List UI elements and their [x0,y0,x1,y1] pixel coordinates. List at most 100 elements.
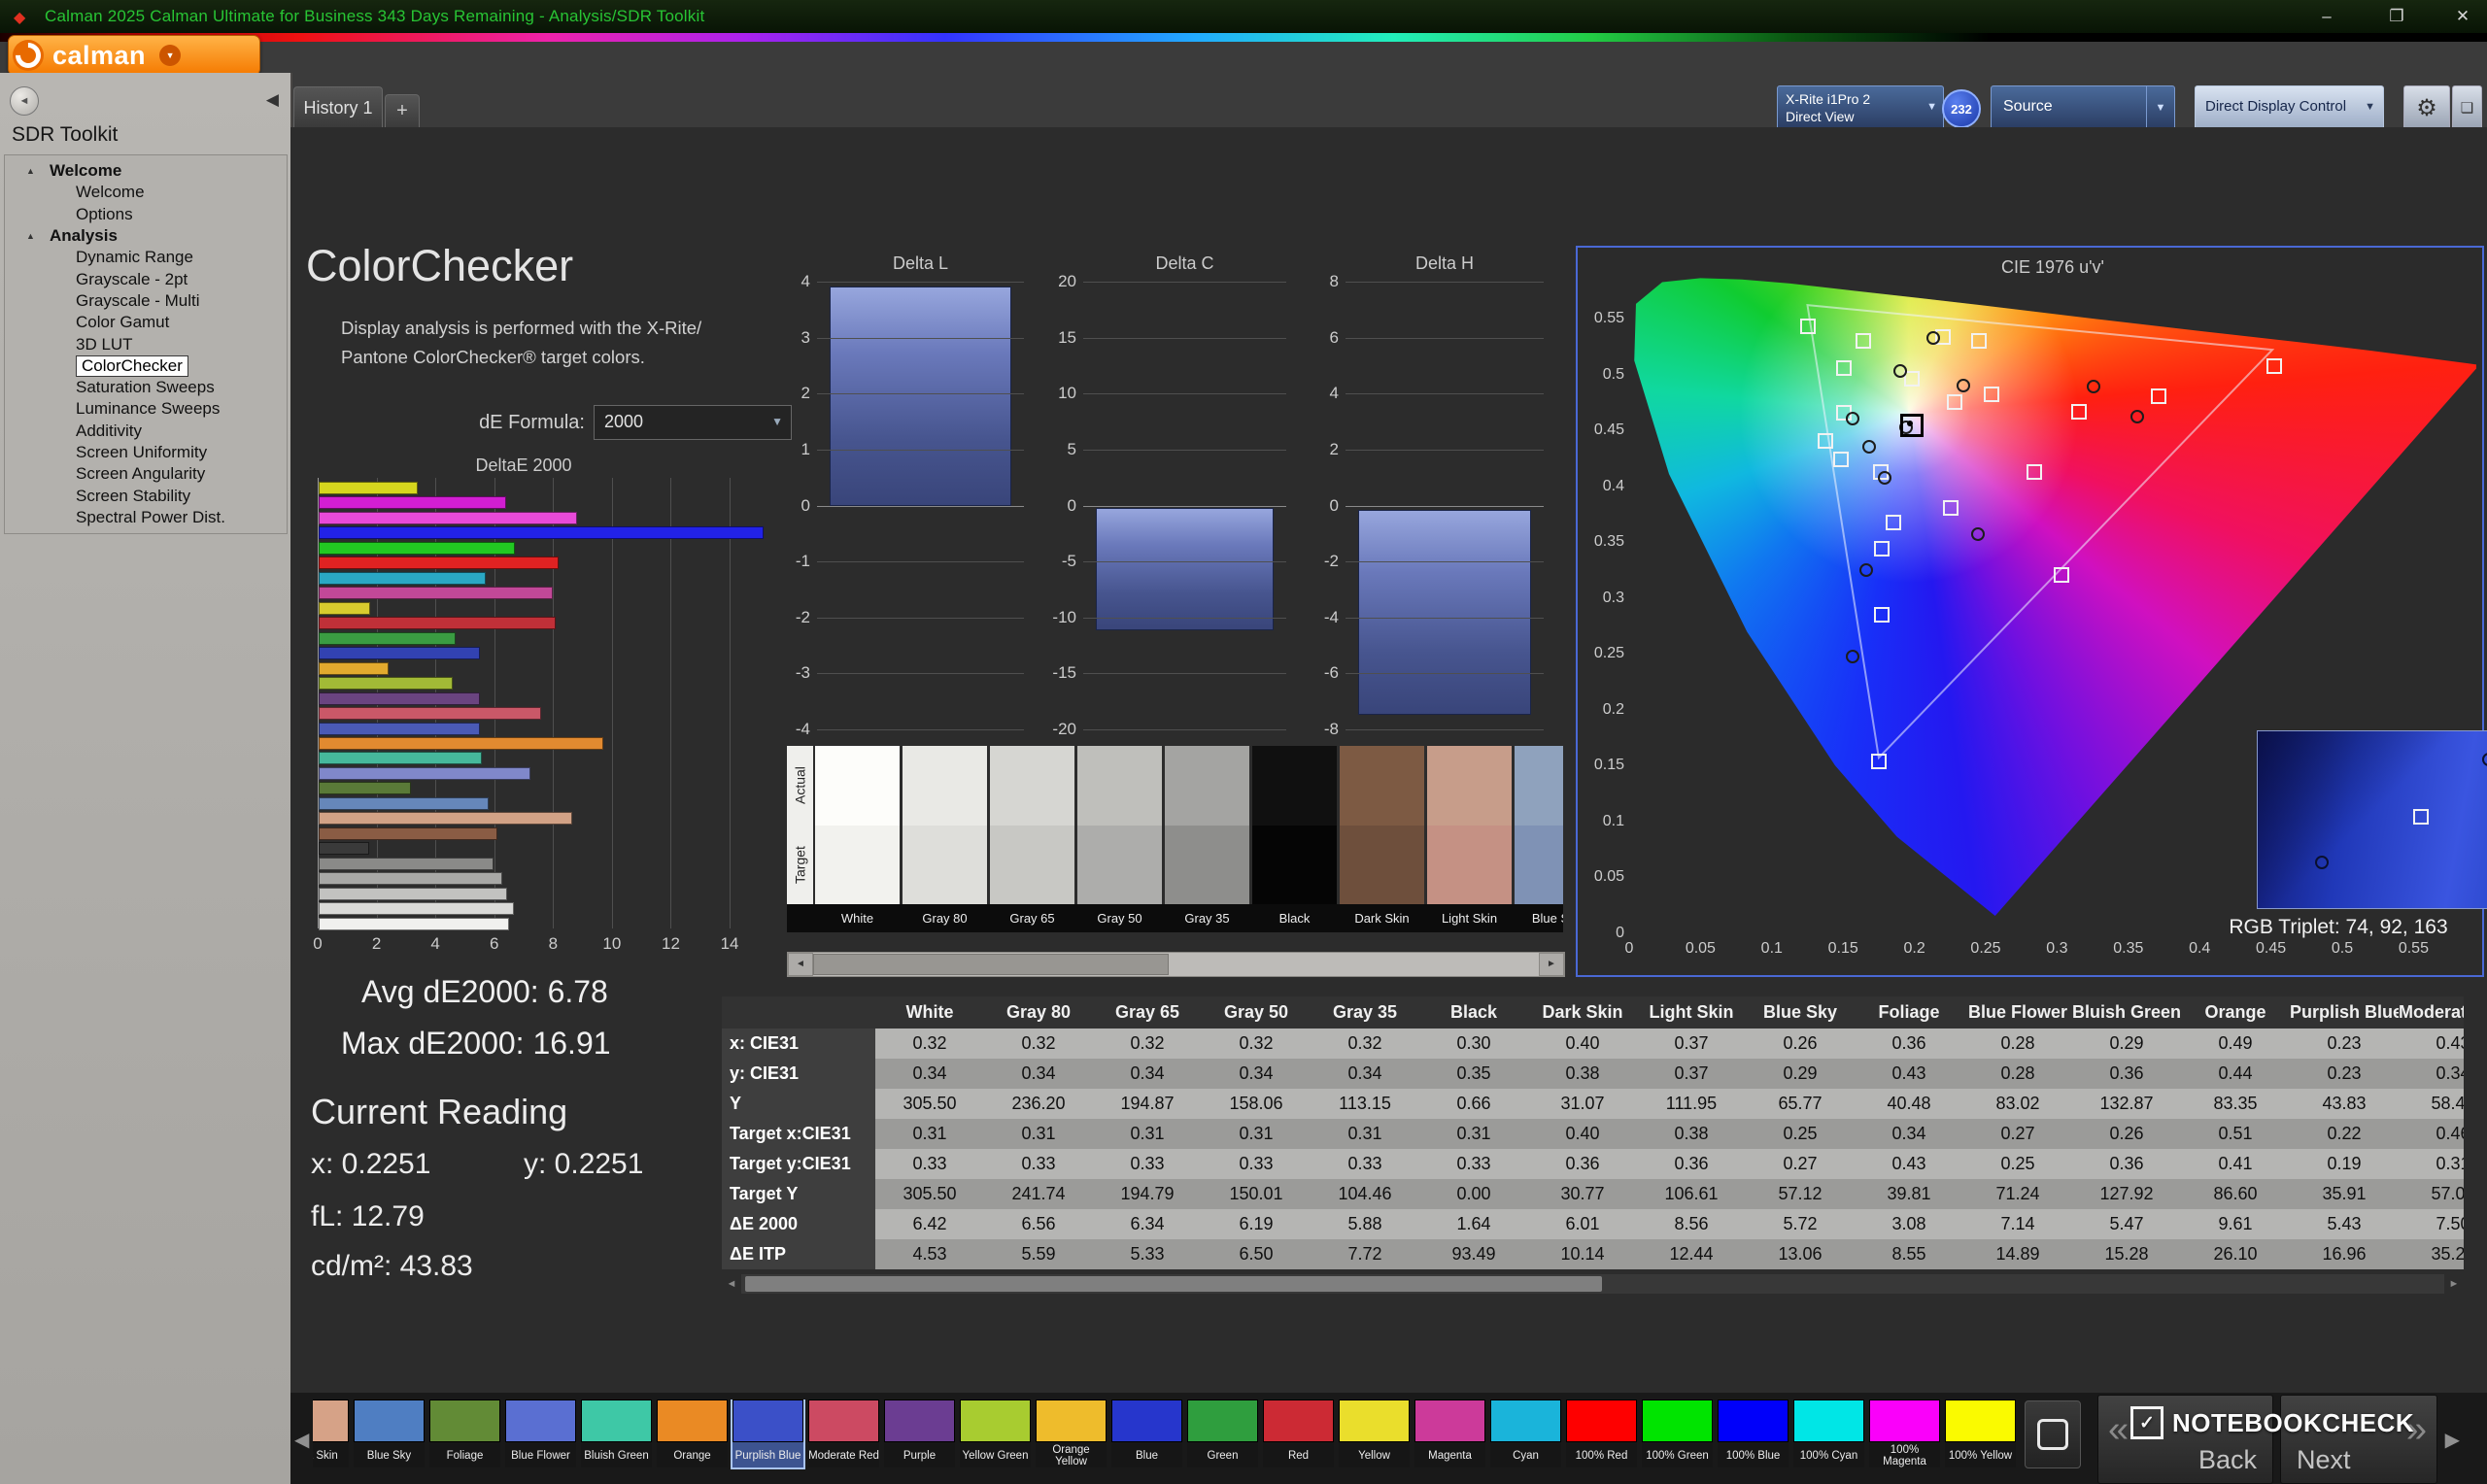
patch-button-100-red[interactable]: 100% Red [1566,1400,1637,1467]
back-circle-button[interactable]: ◄ [10,86,39,116]
pattern-window-icon [2037,1419,2068,1450]
sidebar-item-grayscale-multi[interactable]: Grayscale - Multi [5,290,287,312]
sidebar-item-dynamic-range[interactable]: Dynamic Range [5,247,287,268]
table-cell: 305.50 [875,1179,984,1209]
table-cell: 57.12 [1746,1179,1855,1209]
patch-button-red[interactable]: Red [1263,1400,1334,1467]
patches-scroll-left-icon[interactable]: ◀ [294,1428,309,1452]
source-dropdown[interactable]: Source ▼ [1991,85,2175,130]
y-tick-label: 0.4 [1580,478,1624,495]
table-cell: 150.01 [1202,1179,1311,1209]
patch-button-blue[interactable]: Blue [1111,1400,1182,1467]
table-cell: 0.32 [1311,1029,1419,1059]
sidebar-item-luminance-sweeps[interactable]: Luminance Sweeps [5,398,287,420]
scrollbar-thumb[interactable] [745,1276,1602,1292]
scroll-right-icon[interactable]: ► [1539,953,1564,976]
gridline [1083,450,1286,451]
scroll-right-icon[interactable]: ► [2444,1274,2464,1294]
table-cell: 10.14 [1528,1239,1637,1269]
cie-1976-panel[interactable]: CIE 1976 u'v' RGB Triplet: 74, 92, 163 0… [1576,246,2484,977]
bar-cyan [319,572,486,585]
maximize-button[interactable]: ❐ [2380,5,2413,28]
table-cell: 0.33 [984,1149,1093,1179]
add-tab-button[interactable]: + [385,94,420,128]
patch-button-yellow-green[interactable]: Yellow Green [960,1400,1031,1467]
patch-button-100-cyan[interactable]: 100% Cyan [1793,1400,1864,1467]
patch-button-light-skin[interactable]: Light Skin [313,1400,349,1467]
bar-gray-65 [319,888,507,900]
meter-count-badge[interactable]: 232 [1942,89,1981,128]
target-point [1800,319,1816,334]
sidebar-item-screen-angularity[interactable]: Screen Angularity [5,463,287,485]
patch-button-purplish-blue[interactable]: Purplish Blue [732,1400,803,1467]
patch-button-green[interactable]: Green [1187,1400,1258,1467]
patch-button-100-yellow[interactable]: 100% Yellow [1945,1400,2016,1467]
collapse-icon[interactable]: ▲ [26,166,40,176]
table-cell: 132.87 [2072,1089,2181,1119]
tab-history-1[interactable]: History 1 [293,86,383,128]
scroll-left-icon[interactable]: ◄ [788,953,813,976]
bar-purplish-blue [319,723,480,735]
meter-dropdown[interactable]: X-Rite i1Pro 2 Direct View ▼ [1777,85,1944,130]
scroll-left-icon[interactable]: ◄ [722,1274,741,1294]
sidebar-item-additivity[interactable]: Additivity [5,421,287,442]
table-cell: 0.36 [1528,1149,1637,1179]
settings-button[interactable]: ⚙ [2403,85,2450,130]
patches-scroll-right-icon[interactable]: ▶ [2445,1428,2460,1452]
patch-button-100-blue[interactable]: 100% Blue [1718,1400,1789,1467]
close-button[interactable]: ✕ [2446,5,2479,28]
patch-button-yellow[interactable]: Yellow [1339,1400,1410,1467]
target-row-label: Target [787,826,813,904]
logo-menu-chevron-icon[interactable]: ▼ [159,45,181,66]
sidebar-item-saturation-sweeps[interactable]: Saturation Sweeps [5,377,287,398]
patch-button-orange[interactable]: Orange [657,1400,728,1467]
pattern-window-button[interactable] [2025,1400,2081,1468]
patch-label: Purple [884,1442,955,1467]
display-control-dropdown[interactable]: Direct Display Control ▼ [2195,85,2384,130]
actual-row-label: Actual [787,746,813,826]
sidebar-item-color-gamut[interactable]: Color Gamut [5,312,287,333]
column-header-orange: Orange [2181,996,2290,1029]
patch-button-blue-flower[interactable]: Blue Flower [505,1400,576,1467]
patch-swatch [808,1400,879,1442]
patch-button-bluish-green[interactable]: Bluish Green [581,1400,652,1467]
y-tick-label: 0.45 [1580,422,1624,439]
de-formula-dropdown[interactable]: 2000 ▼ [594,405,792,440]
notebookcheck-logo-icon: ✓ [2130,1406,2163,1439]
sidebar-item-grayscale-2pt[interactable]: Grayscale - 2pt [5,268,287,289]
table-scrollbar[interactable]: ◄ ► [722,1274,2464,1294]
table-row-target-y-cie31: Target y:CIE310.330.330.330.330.330.330.… [722,1149,2464,1179]
patch-button-orange-yellow[interactable]: Orange Yellow [1036,1400,1107,1467]
sidebar-item-spectral-power-dist[interactable]: Spectral Power Dist. [5,507,287,528]
x-tick-label: 2 [358,934,396,954]
swatch-scrollbar[interactable]: ◄ ► [787,952,1565,977]
layout-button[interactable]: ❏ [2452,85,2482,130]
patch-button-magenta[interactable]: Magenta [1414,1400,1485,1467]
table-cell: 0.32 [875,1029,984,1059]
target-point [1871,754,1887,769]
sidebar-item-screen-uniformity[interactable]: Screen Uniformity [5,442,287,463]
scrollbar-thumb[interactable] [813,954,1169,975]
patch-button-foliage[interactable]: Foliage [429,1400,500,1467]
chevron-down-icon: ▼ [1926,101,1937,113]
sidebar-item-analysis[interactable]: ▲Analysis [5,225,287,247]
patch-swatch [1718,1400,1789,1442]
collapse-icon[interactable]: ▲ [26,231,40,241]
collapse-sidebar-icon[interactable]: ◀ [266,90,279,110]
sidebar-item-colorchecker[interactable]: ColorChecker [5,355,287,377]
minimize-button[interactable]: – [2310,5,2343,28]
patch-button-purple[interactable]: Purple [884,1400,955,1467]
patch-button-blue-sky[interactable]: Blue Sky [354,1400,425,1467]
x-tick-label: 0.15 [1819,940,1867,958]
patch-button-100-green[interactable]: 100% Green [1642,1400,1713,1467]
sidebar-item-welcome[interactable]: Welcome [5,182,287,203]
sidebar-item-welcome[interactable]: ▲Welcome [5,160,287,182]
patch-button-moderate-red[interactable]: Moderate Red [808,1400,879,1467]
sidebar-item-screen-stability[interactable]: Screen Stability [5,485,287,506]
sidebar-item-3d-lut[interactable]: 3D LUT [5,333,287,354]
table-cell: 0.33 [1202,1149,1311,1179]
patch-button-100-magenta[interactable]: 100% Magenta [1869,1400,1940,1467]
calman-logo[interactable]: calman ▼ [8,35,260,76]
sidebar-item-options[interactable]: Options [5,204,287,225]
patch-button-cyan[interactable]: Cyan [1490,1400,1561,1467]
